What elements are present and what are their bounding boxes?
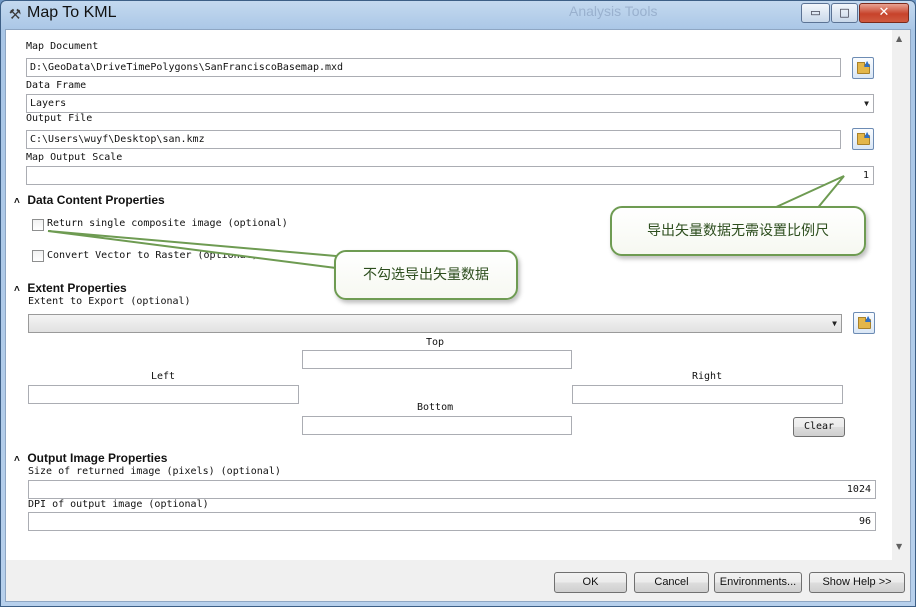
environments-button[interactable]: Environments...	[714, 572, 802, 593]
cancel-button[interactable]: Cancel	[634, 572, 709, 593]
minimize-button[interactable]: ▭	[801, 3, 830, 23]
checkbox-note-callout: 不勾选导出矢量数据	[334, 250, 518, 300]
tool-dialog-window: ⚒ Map To KML Analysis Tools ▭ □ ✕ Map Do…	[0, 0, 916, 607]
hammer-icon: ⚒	[8, 7, 22, 23]
background-ghost-text: Analysis Tools	[569, 3, 658, 19]
maximize-button[interactable]: □	[831, 3, 858, 23]
checkbox-callout-pointer	[47, 230, 337, 270]
scroll-down-icon[interactable]: ▼	[896, 542, 902, 551]
ok-button[interactable]: OK	[554, 572, 627, 593]
window-title: Map To KML	[27, 4, 117, 21]
scroll-up-icon[interactable]: ▲	[896, 34, 902, 43]
vertical-scrollbar[interactable]: ▲ ▼	[892, 30, 910, 560]
scale-callout-pointer	[773, 175, 845, 212]
dialog-client-area: Map Document D:\GeoData\DriveTimePolygon…	[5, 29, 911, 602]
close-button[interactable]: ✕	[859, 3, 909, 23]
show-help-button[interactable]: Show Help >>	[809, 572, 905, 593]
scale-note-callout: 导出矢量数据无需设置比例尺	[610, 206, 866, 256]
title-bar[interactable]: ⚒ Map To KML Analysis Tools ▭ □ ✕	[1, 1, 915, 29]
parameters-pane: Map Document D:\GeoData\DriveTimePolygon…	[6, 30, 892, 560]
